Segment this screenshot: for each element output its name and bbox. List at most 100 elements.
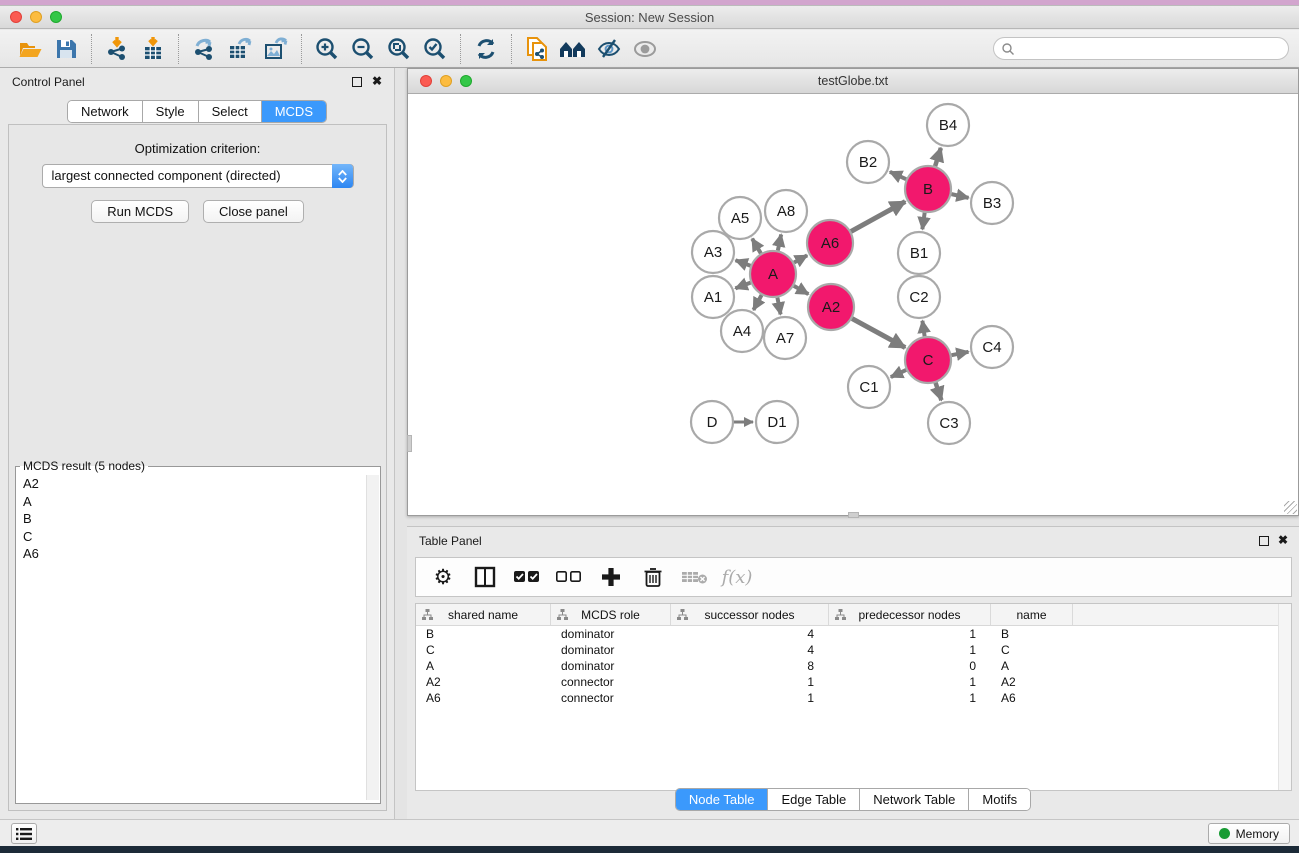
table-row[interactable]: A6connector11A6	[416, 690, 1291, 706]
graph-edge-C-C1[interactable]	[891, 370, 906, 377]
table-cell[interactable]: 1	[829, 626, 991, 642]
zoom-fit-button[interactable]	[381, 33, 417, 65]
network-minimize-button[interactable]	[440, 75, 452, 87]
table-cell[interactable]: 1	[671, 674, 829, 690]
tab-edge-table[interactable]: Edge Table	[768, 789, 860, 810]
export-image-button[interactable]	[258, 33, 294, 65]
graph-edge-A2-C[interactable]	[852, 319, 905, 348]
home-view-button[interactable]	[555, 33, 591, 65]
table-cell[interactable]: 4	[671, 642, 829, 658]
table-cell[interactable]: A6	[416, 690, 551, 706]
graph-edge-A-A2[interactable]	[794, 286, 809, 294]
criterion-dropdown[interactable]: largest connected component (directed)	[42, 164, 354, 188]
tab-motifs[interactable]: Motifs	[969, 789, 1030, 810]
table-cell[interactable]: A	[991, 658, 1073, 674]
save-session-button[interactable]	[48, 33, 84, 65]
tab-select[interactable]: Select	[199, 101, 262, 122]
open-session-button[interactable]	[12, 33, 48, 65]
close-panel-icon[interactable]: ✖	[372, 74, 382, 88]
float-panel-icon[interactable]	[352, 77, 362, 87]
bottom-splitter-grip[interactable]	[848, 512, 859, 518]
table-scrollbar[interactable]	[1278, 604, 1291, 790]
mcds-result-item[interactable]: C	[17, 528, 365, 546]
table-cell[interactable]: B	[416, 626, 551, 642]
zoom-selected-button[interactable]	[417, 33, 453, 65]
create-column-button[interactable]	[596, 562, 626, 592]
search-input[interactable]	[1015, 40, 1288, 58]
window-resize-grip[interactable]	[1284, 501, 1297, 514]
export-network-button[interactable]	[186, 33, 222, 65]
table-cell[interactable]: dominator	[551, 626, 671, 642]
table-cell[interactable]: A2	[416, 674, 551, 690]
column-header-MCDS-role[interactable]: MCDS role	[551, 604, 671, 625]
table-cell[interactable]: C	[416, 642, 551, 658]
table-row[interactable]: Adominator80A	[416, 658, 1291, 674]
import-network-button[interactable]	[99, 33, 135, 65]
table-cell[interactable]: A6	[991, 690, 1073, 706]
table-cell[interactable]: 1	[671, 690, 829, 706]
column-header-shared-name[interactable]: shared name	[416, 604, 551, 625]
mcds-result-item[interactable]: A	[17, 493, 365, 511]
table-cell[interactable]: 0	[829, 658, 991, 674]
graph-edge-B-B3[interactable]	[951, 194, 968, 198]
maximize-window-button[interactable]	[50, 11, 62, 23]
destroy-table-button[interactable]	[680, 562, 710, 592]
table-cell[interactable]: connector	[551, 690, 671, 706]
graph-edge-B-B1[interactable]	[922, 213, 924, 229]
network-maximize-button[interactable]	[460, 75, 472, 87]
function-builder-button[interactable]: f(x)	[722, 562, 752, 592]
close-table-panel-icon[interactable]: ✖	[1278, 533, 1288, 547]
delete-columns-button[interactable]	[638, 562, 668, 592]
table-cell[interactable]: 1	[829, 674, 991, 690]
table-cell[interactable]: 1	[829, 690, 991, 706]
left-splitter-grip[interactable]	[407, 435, 412, 452]
birds-eye-view-button[interactable]	[627, 33, 663, 65]
graph-edge-A-A3[interactable]	[736, 260, 751, 265]
table-cell[interactable]: A	[416, 658, 551, 674]
split-panel-button[interactable]	[470, 562, 500, 592]
graph-edge-A-A8[interactable]	[778, 235, 781, 251]
graph-edge-A-A4[interactable]	[753, 295, 761, 310]
table-row[interactable]: Bdominator41B	[416, 626, 1291, 642]
tab-style[interactable]: Style	[143, 101, 199, 122]
table-cell[interactable]: C	[991, 642, 1073, 658]
mcds-result-item[interactable]: A2	[17, 475, 365, 493]
tab-mcds[interactable]: MCDS	[262, 101, 326, 122]
memory-button[interactable]: Memory	[1208, 823, 1290, 844]
result-scrollbar[interactable]	[366, 475, 379, 800]
table-cell[interactable]: dominator	[551, 658, 671, 674]
select-all-columns-button[interactable]	[512, 562, 542, 592]
refresh-button[interactable]	[468, 33, 504, 65]
close-window-button[interactable]	[10, 11, 22, 23]
graph-edge-A-A1[interactable]	[735, 283, 750, 289]
column-header-name[interactable]: name	[991, 604, 1073, 625]
tab-network[interactable]: Network	[68, 101, 143, 122]
run-mcds-button[interactable]: Run MCDS	[91, 200, 189, 223]
table-cell[interactable]: 1	[829, 642, 991, 658]
tab-node-table[interactable]: Node Table	[676, 789, 769, 810]
table-cell[interactable]: B	[991, 626, 1073, 642]
zoom-in-button[interactable]	[309, 33, 345, 65]
column-header-successor-nodes[interactable]: successor nodes	[671, 604, 829, 625]
tab-network-table[interactable]: Network Table	[860, 789, 969, 810]
network-canvas[interactable]: B4B2BB3A8A5A6B1A3AC2A1A2A4A7CC4C1C3DD1	[408, 95, 1298, 515]
table-row[interactable]: A2connector11A2	[416, 674, 1291, 690]
table-cell[interactable]: 8	[671, 658, 829, 674]
task-history-button[interactable]	[11, 823, 37, 844]
graph-edge-A-A6[interactable]	[794, 255, 807, 262]
table-cell[interactable]: connector	[551, 674, 671, 690]
float-table-panel-icon[interactable]	[1259, 536, 1269, 546]
graph-edge-C-C3[interactable]	[936, 383, 942, 400]
table-cell[interactable]: 4	[671, 626, 829, 642]
mcds-result-item[interactable]: B	[17, 510, 365, 528]
table-row[interactable]: Cdominator41C	[416, 642, 1291, 658]
zoom-out-button[interactable]	[345, 33, 381, 65]
minimize-window-button[interactable]	[30, 11, 42, 23]
clone-network-button[interactable]	[519, 33, 555, 65]
import-table-button[interactable]	[135, 33, 171, 65]
table-cell[interactable]: dominator	[551, 642, 671, 658]
show-graphics-details-button[interactable]	[591, 33, 627, 65]
graph-edge-A-A7[interactable]	[777, 298, 780, 315]
close-panel-button[interactable]: Close panel	[203, 200, 304, 223]
graph-edge-A6-B[interactable]	[851, 202, 905, 232]
